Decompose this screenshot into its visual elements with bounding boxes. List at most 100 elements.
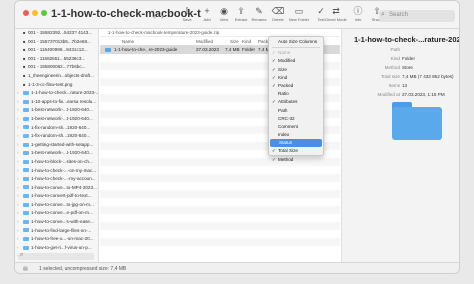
folder-icon: [23, 90, 29, 95]
chevron-right-icon[interactable]: ›: [17, 89, 19, 98]
search-field[interactable]: ⌕ Search: [379, 10, 455, 22]
sidebar-item-label: 1_theengineerin...objects-draft...: [28, 72, 94, 78]
sidebar-item-label: 001 - 116400996...8431c13...: [28, 47, 88, 53]
chevron-right-icon[interactable]: ›: [17, 141, 19, 150]
menu-item-status[interactable]: Status: [270, 139, 322, 148]
chevron-right-icon[interactable]: ›: [17, 227, 19, 236]
sidebar-item[interactable]: ■ 1_theengineerin...objects-draft...: [15, 72, 98, 81]
chevron-right-icon[interactable]: ›: [17, 209, 19, 218]
chevron-right-icon[interactable]: ›: [17, 132, 19, 141]
sidebar-item[interactable]: › 1-getting-started-with-setapp...: [15, 141, 98, 150]
folder-icon: [23, 125, 29, 130]
sidebar-search-field[interactable]: ⌕: [18, 252, 94, 260]
sidebar-item[interactable]: › 1-how-to-check-...-my-accoun...: [15, 175, 98, 184]
info-row-modified: Modified at 27.03.2023, 1:15 PM: [377, 92, 445, 97]
sidebar-item[interactable]: › 1-how-to-conve...e-pdf-on-m...: [15, 209, 98, 218]
sidebar-item[interactable]: › 1-1-how-to-check...rature-2023-...: [15, 89, 98, 98]
sidebar-item-label: 1-how-to-block-...sites-on-ch...: [31, 158, 93, 164]
menu-item-auto-size-columns[interactable]: Auto Size Columns: [269, 38, 323, 46]
sidebar-item[interactable]: ■ 1-1-3-cc-flow-test.png: [15, 81, 98, 90]
status-text: 1 selected, uncompressed size: 7,4 MB: [39, 266, 127, 272]
sidebar-item[interactable]: ■ 001 - 155800062...77b6bc...: [15, 63, 98, 72]
chevron-right-icon[interactable]: ›: [17, 158, 19, 167]
sidebar-item[interactable]: › 1-how-to-conve...to-jpg-on-m...: [15, 201, 98, 210]
sidebar-item[interactable]: › 1-how-to-conve...s-with-ease...: [15, 218, 98, 227]
delete-button[interactable]: ⌫ Delete: [267, 5, 289, 27]
trash-icon: ⌫: [271, 6, 285, 16]
sidebar-item[interactable]: › 1-how-to-conve...to-MP4-2023...: [15, 184, 98, 193]
chevron-right-icon[interactable]: ›: [17, 218, 19, 227]
menu-item-path[interactable]: Path: [269, 107, 323, 115]
menu-item-packed[interactable]: ✓ Packed: [269, 82, 323, 90]
chevron-right-icon[interactable]: ›: [17, 106, 19, 115]
sidebar: ■ 001 - 15582392...5423? 4143... ■ 001 - 15…: [15, 29, 99, 262]
menu-item-attributes[interactable]: ✓ Attributes: [269, 98, 323, 106]
chevron-right-icon[interactable]: ›: [17, 184, 19, 193]
forward-icon[interactable]: ›: [161, 11, 164, 21]
sidebar-item[interactable]: ■ 001 - 11582551...55238c3...: [15, 55, 98, 64]
zoom-window-button[interactable]: [41, 10, 47, 16]
sidebar-item-label: 1-how-to-conve...e-pdf-on-m...: [31, 210, 93, 216]
menu-item-ratio[interactable]: Ratio: [269, 90, 323, 98]
sidebar-item[interactable]: ■ 001 - 116400996...8431c13...: [15, 46, 98, 55]
chevron-right-icon[interactable]: ›: [17, 98, 19, 107]
sidebar-item[interactable]: › 1-how-to-find-large-files-on-...: [15, 227, 98, 236]
folder-icon: [23, 108, 29, 113]
checkmark-icon: ✓: [272, 66, 276, 72]
menu-item-total-size[interactable]: ✓ Total Size: [269, 147, 323, 155]
column-header-kind[interactable]: Kind: [242, 37, 251, 46]
sidebar-item-label: 1-how-to-convert-pdf-to-text...: [31, 193, 92, 199]
sidebar-item[interactable]: › 1-10-apps-to-fix...earsa resolu...: [15, 98, 98, 107]
sidebar-item[interactable]: › 1-how-to-check-...-on-my-mac...: [15, 167, 98, 176]
chevron-right-icon[interactable]: ›: [17, 149, 19, 158]
sidebar-item[interactable]: › 1-how-to-block-...sites-on-ch...: [15, 158, 98, 167]
new-folder-button[interactable]: ▭ New Folder: [288, 5, 310, 27]
menu-item-comment[interactable]: Comment: [269, 123, 323, 131]
menu-item-crc-32[interactable]: CRC-32: [269, 115, 323, 123]
sidebar-item[interactable]: › 1-best-network-...t-1920-640...: [15, 149, 98, 158]
sidebar-item[interactable]: › 1-fix-random-sh...1920-640...: [15, 132, 98, 141]
column-header-name[interactable]: Name: [122, 37, 134, 46]
menu-item-index[interactable]: Index: [269, 131, 323, 139]
chevron-right-icon[interactable]: ›: [17, 115, 19, 124]
sidebar-item-label: 001 - 11582551...55238c3...: [28, 55, 86, 61]
minimize-window-button[interactable]: [32, 10, 38, 16]
checkmark-icon: ✓: [272, 50, 276, 56]
menu-item-kind[interactable]: ✓ Kind: [269, 74, 323, 82]
sidebar-item[interactable]: › 1-best-network-...t-1920-640...: [15, 115, 98, 124]
sidebar-item[interactable]: › 1-fix-random-sh...1920-640...: [15, 124, 98, 133]
column-header-modified[interactable]: Modified: [196, 37, 213, 46]
sidebar-item[interactable]: ■ 001 - 155737013b5...7b2e68...: [15, 38, 98, 47]
folder-icon: [23, 168, 29, 173]
close-window-button[interactable]: [23, 10, 29, 16]
sidebar-item-label: 1-fix-random-sh...1920-640...: [31, 133, 91, 139]
sidebar-item[interactable]: › 1-best-network-...t-1920-640...: [15, 106, 98, 115]
sidebar-item-label: 1-best-network-...t-1920-640...: [31, 107, 93, 113]
menu-item-modified[interactable]: ✓ Modified: [269, 57, 323, 65]
sidebar-item[interactable]: › 1-how-to-get-ri...f-virus-on-p...: [15, 244, 98, 253]
save-button[interactable]: ⇩ Save: [176, 5, 198, 27]
chevron-right-icon[interactable]: ›: [17, 201, 19, 210]
sidebar-item-label: 001 - 155800062...77b6bc...: [28, 64, 86, 70]
menu-item-size[interactable]: ✓ Size: [269, 66, 323, 74]
menu-item-method[interactable]: ✓ Method: [269, 156, 323, 164]
chevron-right-icon[interactable]: ›: [17, 175, 19, 184]
sidebar-item-label: 1-how-to-check-...-my-accoun...: [31, 176, 96, 182]
back-icon[interactable]: ‹: [153, 11, 156, 21]
search-placeholder: Search: [389, 12, 409, 18]
chevron-right-icon[interactable]: ›: [17, 244, 19, 253]
checkmark-icon: ✓: [272, 99, 276, 105]
sidebar-item-label: 1-how-to-check-...-on-my-mac...: [31, 167, 97, 173]
folder-icon: [23, 245, 29, 250]
chevron-right-icon[interactable]: ›: [17, 124, 19, 133]
chevron-right-icon[interactable]: ›: [17, 192, 19, 201]
chevron-right-icon[interactable]: ›: [17, 235, 19, 244]
sidebar-item[interactable]: › 1-how-to-convert-pdf-to-text...: [15, 192, 98, 201]
folder-icon: [23, 194, 29, 199]
column-header-size[interactable]: Size: [230, 37, 239, 46]
sidebar-item[interactable]: › 1-how-to-free-u...-on-mac-20...: [15, 235, 98, 244]
chevron-right-icon[interactable]: ›: [17, 167, 19, 176]
direct-mode-button[interactable]: ⇄ Direct Mode: [325, 5, 347, 27]
save-icon: ⇩: [183, 6, 191, 16]
sidebar-item[interactable]: ■ 001 - 15582392...5423? 4143...: [15, 29, 98, 38]
